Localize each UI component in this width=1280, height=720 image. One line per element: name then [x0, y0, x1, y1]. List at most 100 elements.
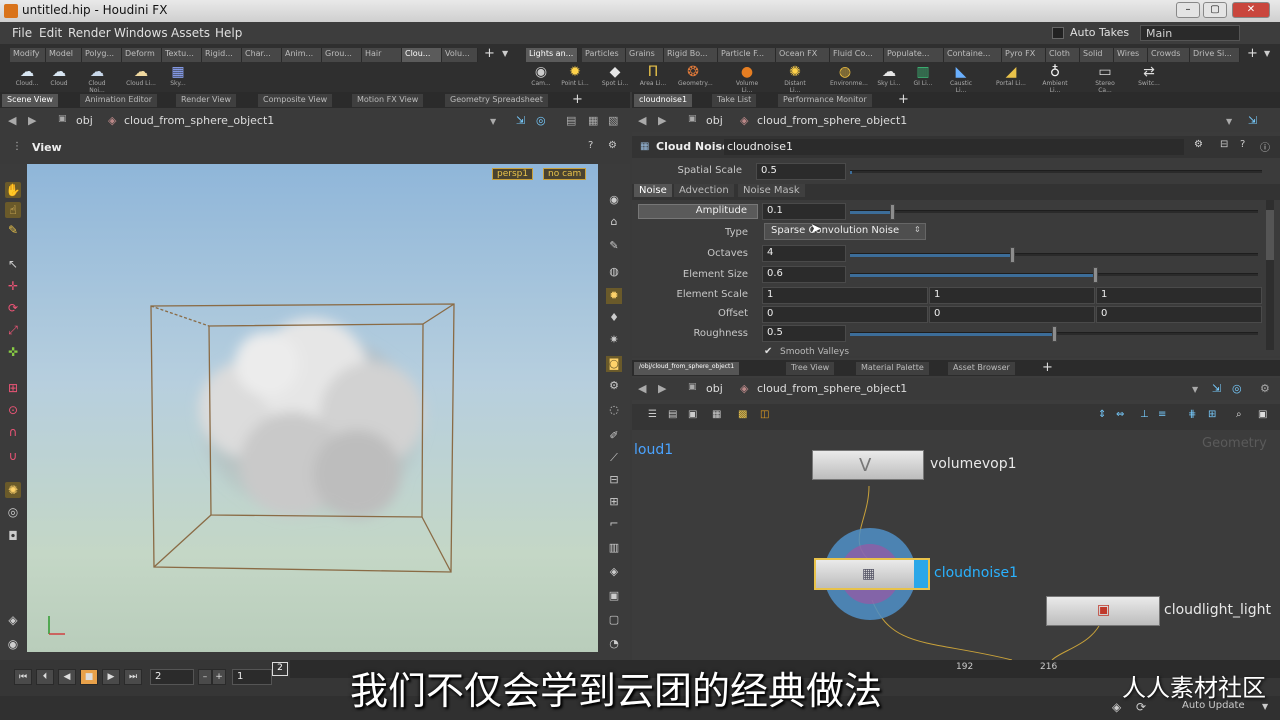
shelf-tab-cloth[interactable]: Cloth: [1046, 48, 1080, 62]
rotate-tool-icon[interactable]: ⟳: [5, 300, 21, 316]
shelf-tab-texture[interactable]: Textu...: [162, 48, 202, 62]
shelf-tab-containers[interactable]: Containe...: [944, 48, 1002, 62]
add-network-tab-icon[interactable]: +: [1042, 360, 1053, 375]
subtab-advection[interactable]: Advection: [674, 184, 734, 197]
forward-arrow-icon[interactable]: ▶: [28, 114, 36, 127]
shelf-tab-groups[interactable]: Grou...: [322, 48, 362, 62]
link-icon[interactable]: ◎: [536, 114, 546, 127]
area-light-icon[interactable]: Π: [640, 64, 666, 80]
play-icon[interactable]: ▶: [102, 669, 120, 685]
spot-light-icon[interactable]: ◆: [602, 64, 628, 80]
roughness-slider[interactable]: [850, 326, 1258, 342]
sky-light-icon[interactable]: ☁: [876, 64, 902, 80]
tab-performance-monitor[interactable]: Performance Monitor: [778, 94, 872, 107]
param-path-object[interactable]: cloud_from_sphere_object1: [757, 114, 907, 127]
shelf-tab-clouds[interactable]: Clou...: [402, 48, 442, 62]
display-points-icon[interactable]: ⚙: [606, 378, 622, 394]
tab-tree-view[interactable]: Tree View: [786, 362, 835, 375]
param-pin-icon[interactable]: ⇲: [1248, 114, 1257, 127]
shelf-tab-volume[interactable]: Volu...: [442, 48, 478, 62]
network-path-object[interactable]: cloud_from_sphere_object1: [757, 382, 907, 395]
switcher-icon[interactable]: ⇄: [1136, 64, 1162, 80]
node-label-partial[interactable]: loud1: [634, 442, 673, 458]
frame-decrement-icon[interactable]: –: [198, 669, 212, 685]
shelf-menu-right-icon[interactable]: ▼: [1264, 49, 1270, 58]
cloud-icon[interactable]: ☁: [46, 64, 72, 80]
volumevop1-label[interactable]: volumevop1: [930, 456, 1017, 472]
handle-tool-icon[interactable]: ✎: [5, 222, 21, 238]
render-region-icon[interactable]: ◎: [5, 504, 21, 520]
camera-tool-left-icon[interactable]: ◘: [5, 528, 21, 544]
octaves-slider[interactable]: [850, 247, 1258, 263]
snap-grid-icon[interactable]: ⊞: [5, 380, 21, 396]
shelf-tab-character[interactable]: Char...: [242, 48, 282, 62]
cloudlight-node[interactable]: ▣: [1046, 596, 1160, 626]
amplitude-slider[interactable]: [850, 204, 1258, 220]
tab-cloudnoise1[interactable]: cloudnoise1: [634, 94, 693, 107]
shelf-tab-fluid-containers[interactable]: Fluid Co...: [830, 48, 884, 62]
render-preview-icon[interactable]: ◙: [606, 356, 622, 372]
portal-light-icon[interactable]: ◢: [998, 64, 1024, 80]
snapshot-right-icon[interactable]: ◈: [606, 564, 622, 580]
distribute-icon[interactable]: ≡: [1158, 409, 1166, 420]
start-frame-field[interactable]: 1: [232, 669, 272, 685]
type-dropdown[interactable]: Sparse Convolution Noise: [764, 223, 926, 240]
menu-windows[interactable]: Windows: [114, 26, 168, 40]
light-link-icon[interactable]: ✺: [5, 482, 21, 498]
volume-light-icon[interactable]: ●: [734, 64, 760, 80]
param-back-icon[interactable]: ◀: [638, 114, 646, 127]
layout-horizontal-icon[interactable]: ⇔: [1116, 409, 1124, 420]
volumevop1-node[interactable]: V: [812, 450, 924, 480]
element-size-field[interactable]: 0.6: [762, 266, 846, 283]
snap-icon[interactable]: ⋕: [1188, 409, 1196, 420]
camera-toggle-icon[interactable]: ▢: [606, 612, 622, 628]
shelf-tab-drive-simulation[interactable]: Drive Si...: [1190, 48, 1240, 62]
shelf-tab-particle-fluids[interactable]: Particle F...: [718, 48, 776, 62]
status-cache-icon[interactable]: ◈: [1112, 700, 1121, 714]
subtab-noise-mask[interactable]: Noise Mask: [738, 184, 805, 197]
pointer-tool-icon[interactable]: ↖: [5, 256, 21, 272]
offset-x-field[interactable]: 0: [762, 306, 928, 323]
network-view-icon[interactable]: ▤: [566, 114, 576, 127]
menu-assets[interactable]: Assets: [171, 26, 210, 40]
shelf-tab-hair[interactable]: Hair: [362, 48, 402, 62]
path-dropdown-icon[interactable]: ▼: [490, 117, 496, 126]
view-tool-icon[interactable]: ☝: [5, 202, 21, 218]
tab-scene-view[interactable]: Scene View: [2, 94, 58, 107]
visibility-icon[interactable]: ◉: [606, 192, 622, 208]
shelf-tab-pyro-fx[interactable]: Pyro FX: [1002, 48, 1046, 62]
network-jump-icon[interactable]: ⊟: [1220, 139, 1228, 150]
param-scrollbar[interactable]: [1266, 200, 1274, 350]
menu-render[interactable]: Render: [68, 26, 111, 40]
close-button[interactable]: ✕: [1232, 2, 1270, 18]
flipbook-icon[interactable]: ▣: [606, 588, 622, 604]
element-scale-y-field[interactable]: 1: [929, 287, 1095, 304]
pin-icon[interactable]: ⇲: [516, 114, 525, 127]
ambient-light-icon[interactable]: ♁: [1042, 64, 1068, 80]
element-scale-z-field[interactable]: 1: [1096, 287, 1262, 304]
grid-icon[interactable]: ⊞: [606, 494, 622, 510]
snapshot-icon[interactable]: ◉: [5, 636, 21, 652]
tab-motion-fx-view[interactable]: Motion FX View: [352, 94, 424, 107]
cloudlight-label[interactable]: cloudlight_light: [1164, 602, 1271, 618]
image-view-icon[interactable]: ▣: [688, 409, 697, 420]
add-shelf-tab-right-icon[interactable]: +: [1247, 46, 1258, 61]
stop-icon[interactable]: ■: [80, 669, 98, 685]
shelf-tab-populate[interactable]: Populate...: [884, 48, 944, 62]
shading-icon[interactable]: ✎: [606, 238, 622, 254]
network-path-dropdown-icon[interactable]: ▼: [1192, 385, 1198, 394]
display-options-icon[interactable]: ▦: [588, 114, 598, 127]
tab-composite-view[interactable]: Composite View: [258, 94, 333, 107]
element-size-slider[interactable]: [850, 267, 1258, 283]
octaves-field[interactable]: 4: [762, 245, 846, 262]
cloudnoise1-node[interactable]: ▦: [814, 558, 930, 590]
scale-tool-icon[interactable]: ⤢: [5, 322, 21, 338]
lock-icon[interactable]: ⌂: [606, 214, 622, 230]
roughness-field[interactable]: 0.5: [762, 325, 846, 342]
shelf-tab-modify[interactable]: Modify: [10, 48, 46, 62]
help-icon[interactable]: ?: [588, 140, 593, 151]
play-reverse-icon[interactable]: ◀: [58, 669, 76, 685]
shelf-tab-crowds[interactable]: Crowds: [1148, 48, 1190, 62]
offset-z-field[interactable]: 0: [1096, 306, 1262, 323]
smooth-valleys-checkbox-icon[interactable]: ✔: [764, 346, 772, 357]
